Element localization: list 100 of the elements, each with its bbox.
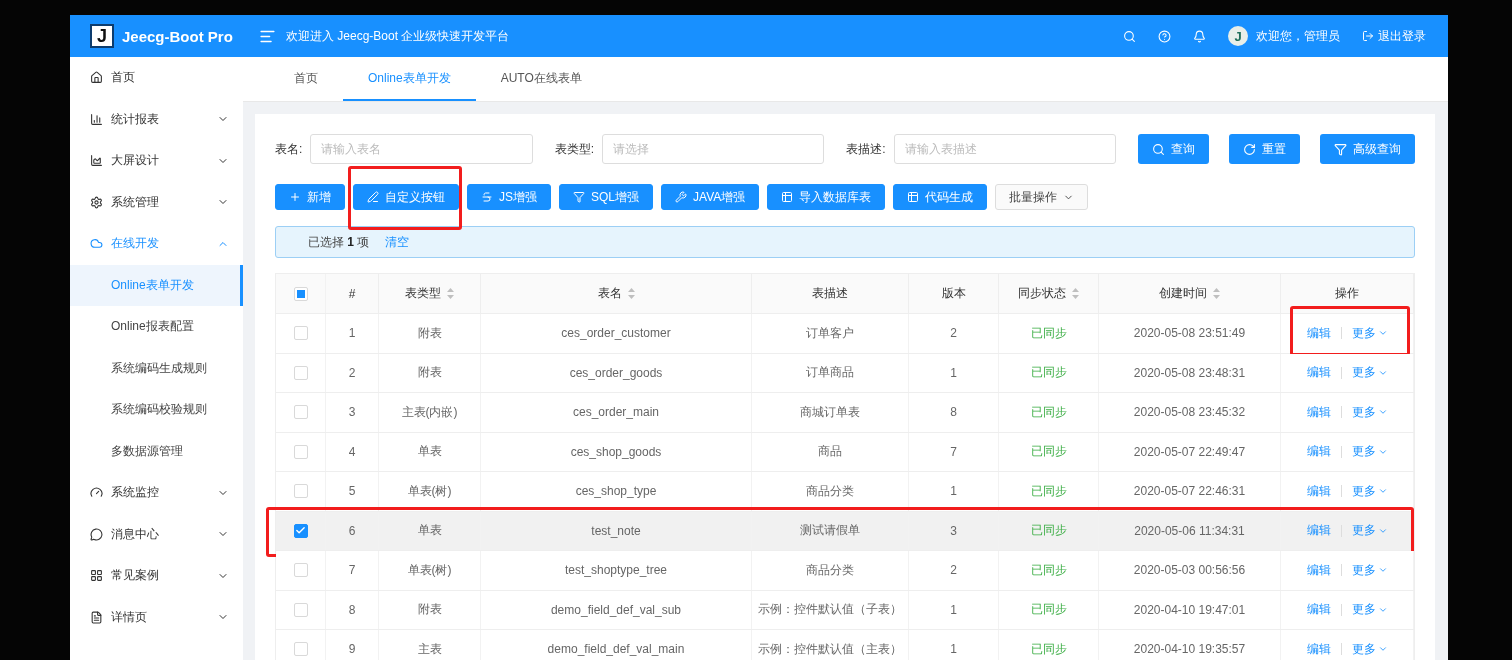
more-link[interactable]: 更多 <box>1351 522 1388 540</box>
more-link[interactable]: 更多 <box>1351 364 1388 382</box>
table-cell: 2 <box>909 314 999 353</box>
toolbar-button[interactable]: 新增 <box>275 184 345 210</box>
table-row[interactable]: 4 单表 ces_shop_goods 商品 7 已同步 2020-05-07 22:49:47 编辑 更多 <box>276 432 1414 472</box>
table-row[interactable]: 6 单表 test_note 测试请假单 3 已同步 2020-05-06 11:34:31 编辑 更多 <box>276 511 1414 551</box>
toolbar-button[interactable]: SQL增强 <box>559 184 654 210</box>
menu-item[interactable]: 系统监控 <box>70 472 243 514</box>
table-row[interactable]: 7 单表(树) test_shoptype_tree 商品分类 2 已同步 2020-05-03 00:56:56 编辑 更多 <box>276 551 1414 591</box>
table-cell: 2020-04-10 19:35:57 <box>1099 630 1281 660</box>
query-button[interactable]: 高级查询 <box>1320 134 1415 164</box>
tab[interactable]: Online表单开发 <box>343 57 476 101</box>
input-field[interactable]: 请输入表名 <box>310 134 533 164</box>
table-cell: 2 <box>326 353 379 392</box>
table-cell: 4 <box>326 432 379 471</box>
area-chart-icon <box>90 154 103 168</box>
edit-link[interactable]: 编辑 <box>1306 364 1331 382</box>
edit-link[interactable]: 编辑 <box>1306 403 1331 421</box>
select-all-checkbox[interactable] <box>293 286 308 301</box>
more-link[interactable]: 更多 <box>1351 561 1388 579</box>
toolbar-button[interactable]: JAVA增强 <box>661 184 760 210</box>
edit-link[interactable]: 编辑 <box>1306 443 1331 461</box>
submenu-item[interactable]: Online表单开发 <box>70 264 243 306</box>
tab[interactable]: AUTO在线表单 <box>475 57 607 101</box>
submenu-item[interactable]: 多数据源管理 <box>70 430 243 472</box>
table-row[interactable]: 1 附表 ces_order_customer 订单客户 2 已同步 2020-05-08 23:51:49 编辑 更多 <box>276 314 1414 354</box>
dropdown-button[interactable]: 批量操作 <box>995 184 1089 210</box>
table-row[interactable]: 2 附表 ces_order_goods 订单商品 1 已同步 2020-05-08 23:48:31 编辑 更多 <box>276 353 1414 393</box>
more-link[interactable]: 更多 <box>1351 443 1388 461</box>
menu-item[interactable]: 系统管理 <box>70 181 243 223</box>
row-checkbox[interactable] <box>293 523 308 538</box>
status-text: 已同步 <box>999 630 1099 660</box>
selection-count: 已选择 1 项 <box>308 233 370 251</box>
more-link[interactable]: 更多 <box>1351 640 1388 658</box>
more-link[interactable]: 更多 <box>1351 403 1388 421</box>
sort-icon[interactable] <box>1213 288 1220 299</box>
sort-icon[interactable] <box>447 288 454 299</box>
menu-item[interactable]: 统计报表 <box>70 98 243 140</box>
edit-link[interactable]: 编辑 <box>1306 482 1331 500</box>
edit-link[interactable]: 编辑 <box>1306 640 1331 658</box>
strikethrough-icon <box>481 191 493 203</box>
logo: J <box>90 24 114 48</box>
cloud-icon <box>90 237 103 251</box>
menu-item[interactable]: 在线开发 <box>70 223 243 265</box>
edit-link[interactable]: 编辑 <box>1306 601 1331 619</box>
table-cell: 2020-05-07 22:49:47 <box>1099 432 1281 471</box>
column-header[interactable]: 表名 <box>481 274 752 313</box>
toolbar-button[interactable]: 代码生成 <box>893 184 988 210</box>
menu-item[interactable]: 首页 <box>70 57 243 99</box>
user-greeting[interactable]: 欢迎您，管理员 <box>1256 27 1340 45</box>
more-link[interactable]: 更多 <box>1351 601 1388 619</box>
help-icon[interactable] <box>1158 29 1171 43</box>
table-cell: 3 <box>909 511 999 550</box>
menu-item[interactable]: 详情页 <box>70 596 243 638</box>
wrench-icon <box>675 191 688 203</box>
sort-icon[interactable] <box>627 288 635 299</box>
field-label: 表名: <box>275 140 303 158</box>
table-cell: 商品分类 <box>752 472 909 511</box>
column-header[interactable]: 创建时间 <box>1099 274 1281 313</box>
table-row[interactable]: 3 主表(内嵌) ces_order_main 商城订单表 8 已同步 2020-05-08 23:45:32 编辑 更多 <box>276 393 1414 433</box>
menu-item[interactable]: 常见案例 <box>70 555 243 597</box>
toolbar-button[interactable]: 导入数据库表 <box>767 184 886 210</box>
funnel-icon <box>1334 142 1347 156</box>
search-icon <box>1152 142 1165 156</box>
query-button[interactable]: 查询 <box>1138 134 1209 164</box>
menu-item[interactable]: 消息中心 <box>70 513 243 555</box>
table-cell: demo_field_def_val_sub <box>481 590 752 629</box>
toolbar-button[interactable]: JS增强 <box>467 184 551 210</box>
edit-link[interactable]: 编辑 <box>1306 561 1331 579</box>
status-text: 已同步 <box>999 472 1099 511</box>
table-row[interactable]: 8 附表 demo_field_def_val_sub 示例：控件默认值（子表） 1 已同步 2020-04-10 19:47:01 编辑 更多 <box>276 590 1414 630</box>
query-button[interactable]: 重置 <box>1229 134 1300 164</box>
bell-icon[interactable] <box>1193 29 1206 43</box>
table-row[interactable]: 5 单表(树) ces_shop_type 商品分类 1 已同步 2020-05-07 22:46:31 编辑 更多 <box>276 472 1414 512</box>
avatar[interactable]: J <box>1228 26 1248 46</box>
select-field[interactable]: 请选择 <box>602 134 825 164</box>
tab[interactable]: 首页 <box>269 57 343 101</box>
table-icon <box>781 191 794 203</box>
column-header[interactable]: 同步状态 <box>999 274 1099 313</box>
edit-link[interactable]: 编辑 <box>1306 324 1331 342</box>
status-text: 已同步 <box>999 590 1099 629</box>
sort-icon[interactable] <box>1072 288 1079 299</box>
column-header[interactable]: 表类型 <box>379 274 481 313</box>
submenu-item[interactable]: 系统编码校验规则 <box>70 389 243 431</box>
edit-link[interactable]: 编辑 <box>1306 522 1331 540</box>
logout-link[interactable]: 退出登录 <box>1362 27 1426 45</box>
table-cell: 2 <box>909 551 999 590</box>
more-link[interactable]: 更多 <box>1351 324 1388 342</box>
clear-link[interactable]: 清空 <box>385 233 410 251</box>
column-header: 表描述 <box>752 274 909 313</box>
submenu-item[interactable]: Online报表配置 <box>70 306 243 348</box>
menu-item[interactable]: 大屏设计 <box>70 140 243 182</box>
more-link[interactable]: 更多 <box>1351 482 1388 500</box>
input-field[interactable]: 请输入表描述 <box>893 134 1116 164</box>
search-icon[interactable] <box>1123 29 1136 43</box>
table-cell: 2020-05-08 23:51:49 <box>1099 314 1281 353</box>
table-cell: ces_order_main <box>481 393 752 432</box>
table-cell: 测试请假单 <box>752 511 909 550</box>
toolbar-button[interactable]: 自定义按钮 <box>353 184 459 210</box>
submenu-item[interactable]: 系统编码生成规则 <box>70 347 243 389</box>
